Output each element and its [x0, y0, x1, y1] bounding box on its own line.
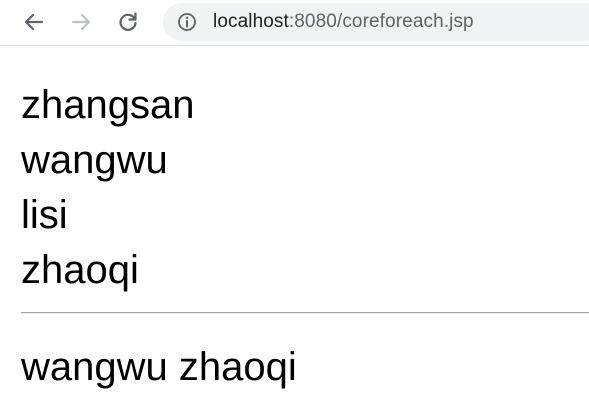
reload-button[interactable]: [113, 7, 143, 37]
back-button[interactable]: [19, 7, 49, 37]
filtered-names-line: wangwu zhaoqi: [21, 345, 297, 389]
reload-icon: [119, 12, 137, 31]
arrow-right-icon: [71, 13, 91, 31]
address-bar[interactable]: localhost:8080/coreforeach.jsp: [163, 3, 589, 41]
browser-toolbar: localhost:8080/coreforeach.jsp: [0, 0, 589, 46]
url-host: localhost: [213, 11, 289, 32]
list-item: zhaoqi: [21, 248, 139, 292]
list-item: wangwu: [21, 138, 168, 182]
list-item: zhangsan: [21, 83, 195, 127]
forward-button[interactable]: [66, 7, 96, 37]
url-path: :8080/coreforeach.jsp: [288, 11, 474, 32]
url-text[interactable]: localhost:8080/coreforeach.jsp: [213, 3, 474, 41]
horizontal-rule: [21, 312, 589, 314]
info-circle-icon[interactable]: [177, 12, 197, 32]
arrow-left-icon: [24, 13, 44, 31]
list-item: lisi: [21, 193, 68, 237]
names-list: zhangsan wangwu lisi zhaoqi: [21, 78, 581, 298]
